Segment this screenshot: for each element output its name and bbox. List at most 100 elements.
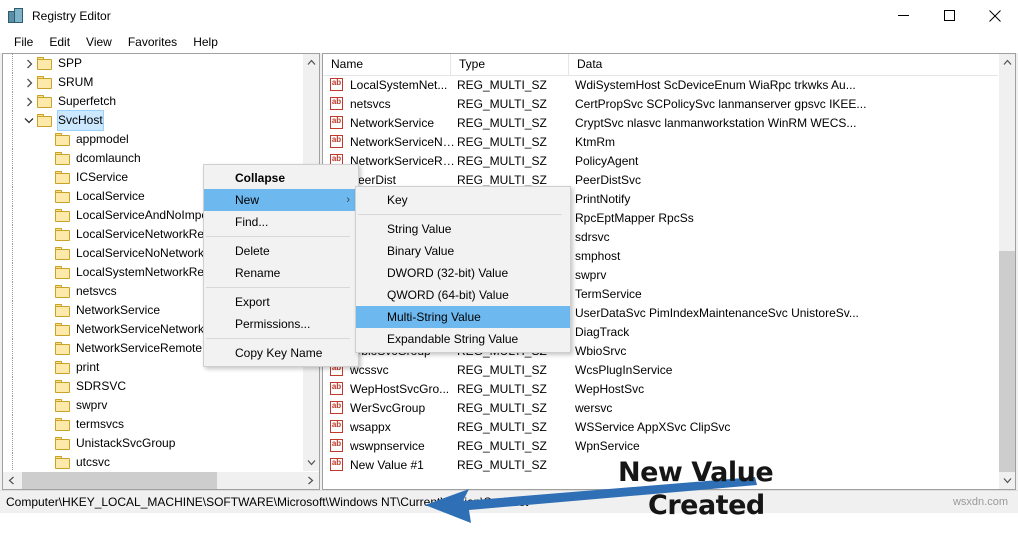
table-row[interactable]: abWerSvcGroupREG_MULTI_SZwersvc (323, 398, 999, 417)
tree-scroll-right-icon[interactable] (302, 472, 319, 489)
tree-indent (3, 168, 39, 187)
tree-indent (3, 434, 39, 453)
menu-item-label: Expandable String Value (387, 332, 518, 346)
menu-edit[interactable]: Edit (41, 32, 78, 52)
tree-node[interactable]: termsvcs (3, 415, 303, 434)
value-data: WcsPlugInService (575, 363, 999, 377)
column-header-type[interactable]: Type (451, 54, 569, 75)
context-submenu-new[interactable]: Key String ValueBinary Value DWORD (32-bit… (355, 186, 571, 353)
tree-node[interactable]: SDRSVC (3, 377, 303, 396)
list-scroll-down-icon[interactable] (999, 472, 1015, 489)
table-row[interactable]: abwswpnserviceREG_MULTI_SZWpnService (323, 436, 999, 455)
submenu-item-binary-value[interactable]: Binary Value (356, 240, 570, 262)
submenu-item-key[interactable]: Key (356, 189, 570, 211)
context-menu-item-copy-key-name[interactable]: Copy Key Name (204, 342, 358, 364)
tree-node[interactable]: appmodel (3, 130, 303, 149)
context-menu-item-export[interactable]: Export (204, 291, 358, 313)
folder-icon (55, 342, 71, 356)
tree-node[interactable]: SvcHost (3, 111, 303, 130)
context-menu-item-find[interactable]: Find... (204, 211, 358, 233)
minimize-icon[interactable] (880, 0, 926, 31)
string-value-icon: ab (329, 420, 345, 434)
list-vertical-scrollbar[interactable] (998, 54, 1015, 489)
table-row[interactable]: abNetworkServiceRe...REG_MULTI_SZPolicyA… (323, 151, 999, 170)
chevron-right-icon[interactable] (21, 92, 37, 111)
tree-scroll-down-icon[interactable] (303, 454, 319, 471)
context-menu-item-collapse[interactable]: Collapse (204, 167, 358, 189)
tree-leaf-spacer (39, 396, 55, 415)
tree-leaf-spacer (39, 263, 55, 282)
value-data: swprv (575, 268, 999, 282)
tree-node[interactable]: swprv (3, 396, 303, 415)
tree-indent (3, 320, 39, 339)
menu-favorites[interactable]: Favorites (120, 32, 185, 52)
tree-scroll-left-icon[interactable] (3, 472, 20, 489)
context-menu[interactable]: CollapseNew›Find... DeleteRename ExportPer… (203, 164, 359, 367)
folder-icon (55, 133, 71, 147)
value-data: TermService (575, 287, 999, 301)
list-scroll-track[interactable] (999, 71, 1015, 472)
column-header-name[interactable]: Name (323, 54, 451, 75)
chevron-right-icon[interactable] (21, 54, 37, 73)
tree-indent (3, 339, 39, 358)
tree-node[interactable]: SPP (3, 54, 303, 73)
value-data: WepHostSvc (575, 382, 999, 396)
submenu-item-qword-64-bit-value[interactable]: QWORD (64-bit) Value (356, 284, 570, 306)
tree-hscroll-track[interactable] (20, 472, 302, 489)
value-type: REG_MULTI_SZ (457, 78, 575, 92)
context-menu-item-permissions[interactable]: Permissions... (204, 313, 358, 335)
table-row[interactable]: abWepHostSvcGro...REG_MULTI_SZWepHostSvc (323, 379, 999, 398)
tree-hscroll-thumb[interactable] (22, 472, 217, 489)
submenu-item-multi-string-value[interactable]: Multi-String Value (356, 306, 570, 328)
column-header-data[interactable]: Data (569, 54, 1015, 75)
menu-view[interactable]: View (78, 32, 120, 52)
tree-node-label: SDRSVC (76, 377, 126, 396)
context-menu-item-new[interactable]: New› (204, 189, 358, 211)
table-row[interactable]: abLocalSystemNet...REG_MULTI_SZWdiSystem… (323, 75, 999, 94)
folder-icon (55, 323, 71, 337)
list-scroll-up-icon[interactable] (999, 54, 1015, 71)
table-row[interactable]: abNew Value #1REG_MULTI_SZ (323, 455, 999, 474)
tree-scroll-up-icon[interactable] (303, 54, 319, 71)
table-row[interactable]: abnetsvcsREG_MULTI_SZCertPropSvc SCPolic… (323, 94, 999, 113)
tree-indent (3, 92, 21, 111)
menu-item-label: DWORD (32-bit) Value (387, 266, 508, 280)
chevron-down-icon[interactable] (21, 111, 37, 130)
tree-node-label: swprv (76, 396, 107, 415)
submenu-item-expandable-string-value[interactable]: Expandable String Value (356, 328, 570, 350)
context-menu-item-delete[interactable]: Delete (204, 240, 358, 262)
value-data: wersvc (575, 401, 999, 415)
menu-help[interactable]: Help (185, 32, 226, 52)
submenu-item-string-value[interactable]: String Value (356, 218, 570, 240)
table-row[interactable]: abwcssvcREG_MULTI_SZWcsPlugInService (323, 360, 999, 379)
maximize-icon[interactable] (926, 0, 972, 31)
value-name: wsappx (350, 420, 457, 434)
close-icon[interactable] (972, 0, 1018, 31)
folder-icon (55, 228, 71, 242)
context-menu-item-rename[interactable]: Rename (204, 262, 358, 284)
table-row[interactable]: abwsappxREG_MULTI_SZWSService AppXSvc Cl… (323, 417, 999, 436)
tree-node[interactable]: utcsvc (3, 453, 303, 471)
tree-leaf-spacer (39, 377, 55, 396)
tree-indent (3, 263, 39, 282)
tree-node[interactable]: Superfetch (3, 92, 303, 111)
value-data: WpnService (575, 439, 999, 453)
value-type: REG_MULTI_SZ (457, 401, 575, 415)
list-scroll-thumb[interactable] (999, 251, 1015, 472)
tree-indent (3, 301, 39, 320)
tree-node[interactable]: SRUM (3, 73, 303, 92)
submenu-item-dword-32-bit-value[interactable]: DWORD (32-bit) Value (356, 262, 570, 284)
table-row[interactable]: abNetworkServiceNe...REG_MULTI_SZKtmRm (323, 132, 999, 151)
value-data: UserDataSvc PimIndexMaintenanceSvc Unist… (575, 306, 999, 320)
table-row[interactable]: abNetworkServiceREG_MULTI_SZCryptSvc nla… (323, 113, 999, 132)
value-type: REG_MULTI_SZ (457, 458, 575, 472)
value-type: REG_MULTI_SZ (457, 420, 575, 434)
chevron-right-icon[interactable] (21, 73, 37, 92)
menu-file[interactable]: File (6, 32, 41, 52)
title-bar: Registry Editor (0, 0, 1018, 31)
string-value-icon: ab (329, 382, 345, 396)
tree-leaf-spacer (39, 415, 55, 434)
tree-leaf-spacer (39, 168, 55, 187)
tree-node[interactable]: UnistackSvcGroup (3, 434, 303, 453)
tree-horizontal-scrollbar[interactable] (3, 471, 319, 489)
